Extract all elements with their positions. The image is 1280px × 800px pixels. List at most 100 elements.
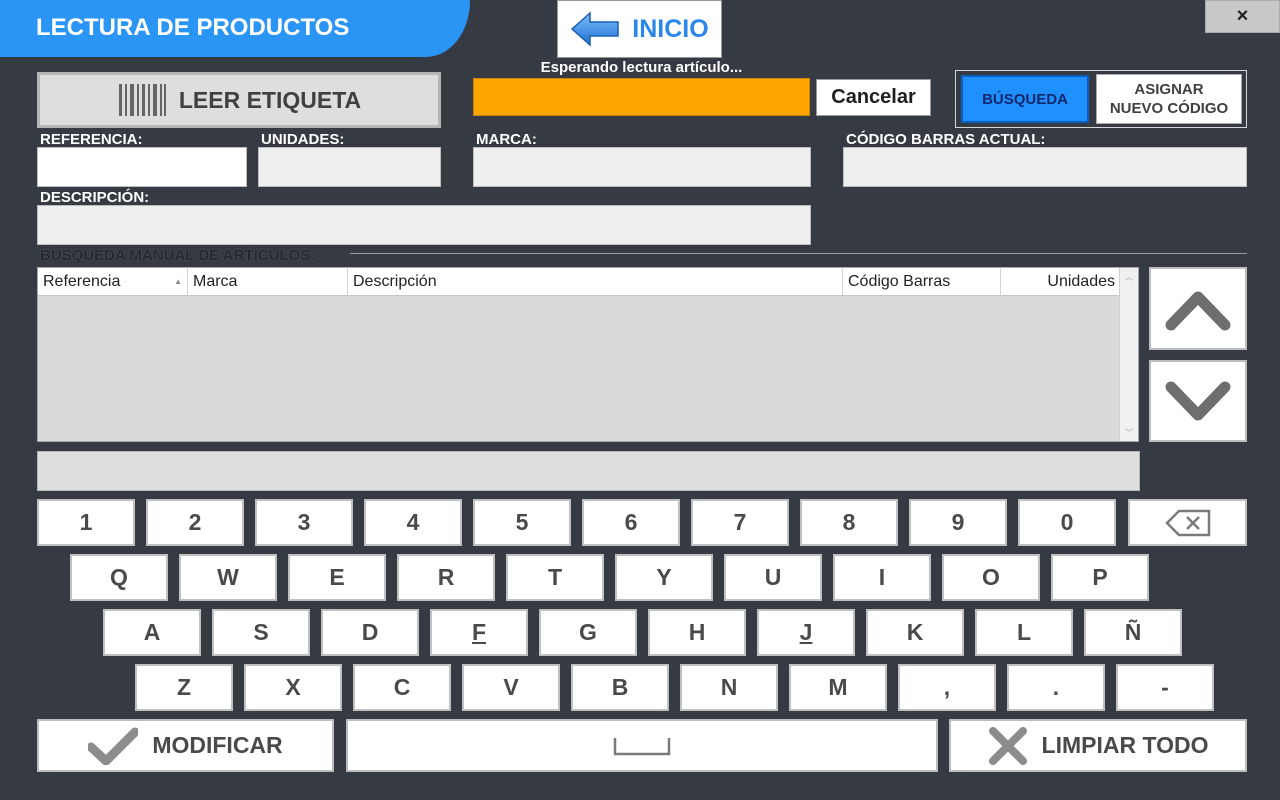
keyboard-key[interactable]: 6 xyxy=(582,499,680,546)
keyboard-key[interactable]: 7 xyxy=(691,499,789,546)
keyboard-key[interactable]: 8 xyxy=(800,499,898,546)
keyboard-key[interactable]: Ñ xyxy=(1084,609,1182,656)
reference-field[interactable] xyxy=(37,147,247,187)
key-label: X xyxy=(285,674,301,700)
keyboard-key[interactable]: . xyxy=(1007,664,1105,711)
column-header[interactable]: Descripción xyxy=(348,268,843,295)
scroll-down-arrow-icon[interactable]: ﹀ xyxy=(1120,426,1138,439)
key-label: 7 xyxy=(733,509,747,535)
keyboard-key[interactable]: , xyxy=(898,664,996,711)
window-title: LECTURA DE PRODUCTOS xyxy=(0,0,470,57)
space-bar-icon xyxy=(613,737,671,755)
column-header[interactable]: Marca xyxy=(188,268,348,295)
brand-label: MARCA: xyxy=(476,131,537,148)
column-label: Referencia xyxy=(43,273,121,290)
cancel-button[interactable]: Cancelar xyxy=(816,79,931,116)
backspace-key[interactable] xyxy=(1128,499,1247,546)
keyboard-key[interactable]: A xyxy=(103,609,201,656)
units-label: UNIDADES: xyxy=(261,131,345,148)
column-header[interactable]: Unidades xyxy=(1001,268,1120,295)
keyboard-key[interactable]: R xyxy=(397,554,495,601)
clear-all-label: LIMPIAR TODO xyxy=(1041,732,1209,758)
key-label: 8 xyxy=(842,509,856,535)
keyboard-key[interactable]: V xyxy=(462,664,560,711)
keyboard-key[interactable]: J xyxy=(757,609,855,656)
keyboard-key[interactable]: 9 xyxy=(909,499,1007,546)
space-key[interactable] xyxy=(346,719,938,772)
key-label: 5 xyxy=(515,509,529,535)
keyboard-key[interactable]: P xyxy=(1051,554,1149,601)
search-mode-button[interactable]: BÚSQUEDA xyxy=(961,75,1089,123)
keyboard-key[interactable]: 5 xyxy=(473,499,571,546)
grid-scrollbar[interactable]: ︿ ﹀ xyxy=(1119,268,1138,441)
keyboard-key[interactable]: 0 xyxy=(1018,499,1116,546)
keyboard-key[interactable]: O xyxy=(942,554,1040,601)
keyboard-key[interactable]: T xyxy=(506,554,604,601)
key-label: T xyxy=(547,564,563,590)
key-label: P xyxy=(1092,564,1108,590)
key-label: R xyxy=(437,564,455,590)
keyboard-key[interactable]: I xyxy=(833,554,931,601)
keyboard-key[interactable]: C xyxy=(353,664,451,711)
modify-label: MODIFICAR xyxy=(152,732,283,758)
column-label: Código Barras xyxy=(848,273,951,290)
barcode-field[interactable] xyxy=(843,147,1247,187)
assign-new-code-button[interactable]: ASIGNAR NUEVO CÓDIGO xyxy=(1096,74,1242,124)
keyboard-key[interactable]: H xyxy=(648,609,746,656)
keyboard-key[interactable]: U xyxy=(724,554,822,601)
clear-all-button[interactable]: LIMPIAR TODO xyxy=(949,719,1247,772)
key-label: U xyxy=(764,564,782,590)
keyboard-key[interactable]: 2 xyxy=(146,499,244,546)
manual-search-input[interactable] xyxy=(37,451,1140,491)
column-header[interactable]: Código Barras xyxy=(843,268,1001,295)
keyboard-key[interactable]: 3 xyxy=(255,499,353,546)
keyboard-key[interactable]: - xyxy=(1116,664,1214,711)
assign-label-line2: NUEVO CÓDIGO xyxy=(1109,100,1229,117)
keyboard-key[interactable]: K xyxy=(866,609,964,656)
keyboard-key[interactable]: E xyxy=(288,554,386,601)
key-label: 4 xyxy=(406,509,420,535)
keyboard-key[interactable]: 1 xyxy=(37,499,135,546)
keyboard-key[interactable]: 4 xyxy=(364,499,462,546)
key-label: . xyxy=(1052,674,1060,700)
keyboard-key[interactable]: W xyxy=(179,554,277,601)
key-label: N xyxy=(720,674,738,700)
keyboard-key[interactable]: Q xyxy=(70,554,168,601)
keyboard-key[interactable]: B xyxy=(571,664,669,711)
keyboard-key[interactable]: D xyxy=(321,609,419,656)
scan-input[interactable] xyxy=(473,78,810,116)
keyboard-key[interactable]: X xyxy=(244,664,342,711)
read-label-button[interactable]: LEER ETIQUETA xyxy=(37,72,441,128)
keyboard-key[interactable]: Z xyxy=(135,664,233,711)
units-field[interactable] xyxy=(258,147,441,187)
checkmark-icon xyxy=(88,727,139,765)
modify-button[interactable]: MODIFICAR xyxy=(37,719,334,772)
results-grid[interactable]: Referencia ▲ Marca Descripción Código Bar… xyxy=(37,267,1139,442)
section-divider xyxy=(350,253,1247,254)
keyboard-key[interactable]: N xyxy=(680,664,778,711)
keyboard-key[interactable]: M xyxy=(789,664,887,711)
scroll-up-arrow-icon[interactable]: ︿ xyxy=(1120,270,1138,283)
keyboard-key[interactable]: G xyxy=(539,609,637,656)
close-x-icon xyxy=(988,726,1027,765)
scroll-up-button[interactable] xyxy=(1149,267,1247,350)
keyboard-key[interactable]: F xyxy=(430,609,528,656)
backspace-icon xyxy=(1164,509,1210,536)
manual-search-title: BÚSQUEDA MANUAL DE ARTÍCULOS: xyxy=(40,247,316,264)
key-label: H xyxy=(688,619,706,645)
key-label: Q xyxy=(110,564,128,590)
brand-field[interactable] xyxy=(473,147,811,187)
key-label: A xyxy=(143,619,161,645)
description-field[interactable] xyxy=(37,205,811,245)
keyboard-key[interactable]: L xyxy=(975,609,1073,656)
scroll-down-button[interactable] xyxy=(1149,360,1247,442)
keyboard-key[interactable]: Y xyxy=(615,554,713,601)
key-label: 9 xyxy=(951,509,965,535)
arrow-left-icon xyxy=(571,11,620,47)
close-button[interactable]: × xyxy=(1205,0,1280,33)
barcode-label: CÓDIGO BARRAS ACTUAL: xyxy=(846,131,1046,148)
home-button[interactable]: INICIO xyxy=(557,0,722,58)
keyboard-key[interactable]: S xyxy=(212,609,310,656)
key-label: E xyxy=(329,564,345,590)
column-header[interactable]: Referencia ▲ xyxy=(38,268,188,295)
